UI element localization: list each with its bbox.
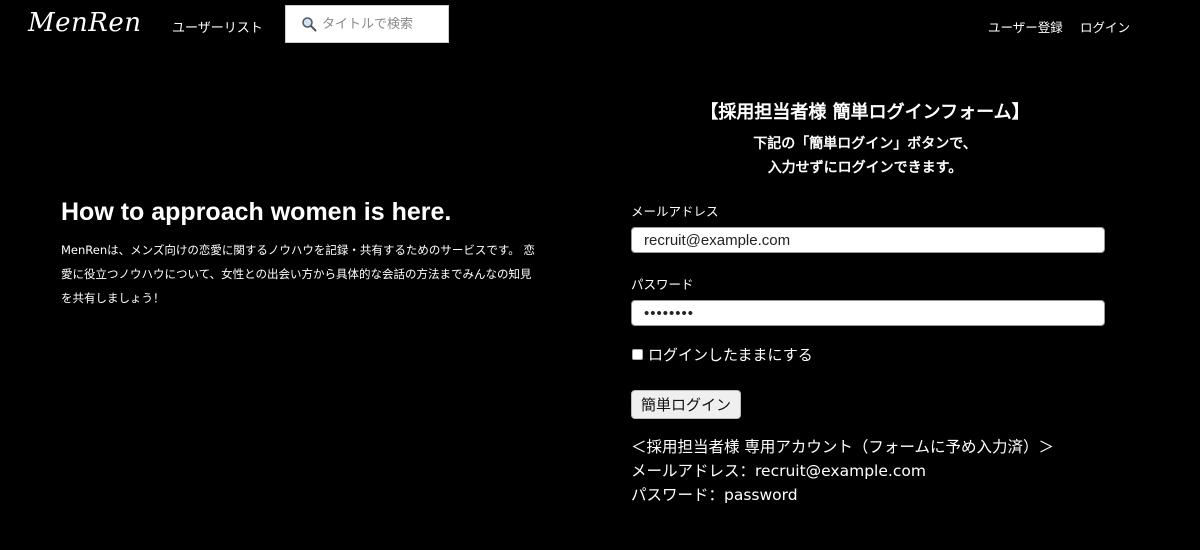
hero-title: How to approach women is here. <box>61 198 452 226</box>
nav-login-link[interactable]: ログイン <box>1080 17 1130 36</box>
email-label: メールアドレス <box>631 204 719 219</box>
search-input[interactable] <box>322 16 442 32</box>
site-logo[interactable]: MenRen <box>28 8 141 38</box>
account-info-heading: ＜採用担当者様 専用アカウント（フォームに予め入力済）＞ <box>631 438 1054 456</box>
email-field[interactable] <box>631 227 1105 253</box>
account-info-password: パスワード：password <box>631 486 798 504</box>
account-info: ＜採用担当者様 専用アカウント（フォームに予め入力済）＞ メールアドレス：rec… <box>631 435 1054 507</box>
easy-login-button[interactable]: 簡単ログイン <box>631 390 742 419</box>
remember-me-label[interactable]: ログインしたままにする <box>648 344 813 365</box>
login-form-heading: 【採用担当者様 簡単ログインフォーム】 <box>700 102 1030 123</box>
password-label: パスワード <box>631 277 694 292</box>
login-form-subtitle-line1: 下記の「簡単ログイン」ボタンで、 <box>753 136 977 152</box>
nav-user-list-link[interactable]: ユーザーリスト <box>172 17 263 36</box>
search-icon <box>300 15 318 33</box>
remember-me-checkbox[interactable] <box>632 349 643 360</box>
hero-description: MenRenは、メンズ向けの恋愛に関するノウハウを記録・共有するためのサービスで… <box>61 243 535 305</box>
remember-me[interactable]: ログインしたままにする <box>631 344 813 365</box>
page: MenRen ユーザーリスト ユーザー登録 ログイン How to approa… <box>0 0 1200 550</box>
search-box[interactable] <box>285 5 449 43</box>
nav-register-link[interactable]: ユーザー登録 <box>988 17 1063 36</box>
password-field[interactable] <box>631 300 1105 326</box>
login-form-subtitle: 下記の「簡単ログイン」ボタンで、 入力せずにログインできます。 <box>565 132 1165 180</box>
account-info-email: メールアドレス：recruit@example.com <box>631 462 926 480</box>
login-form-subtitle-line2: 入力せずにログインできます。 <box>767 160 963 176</box>
